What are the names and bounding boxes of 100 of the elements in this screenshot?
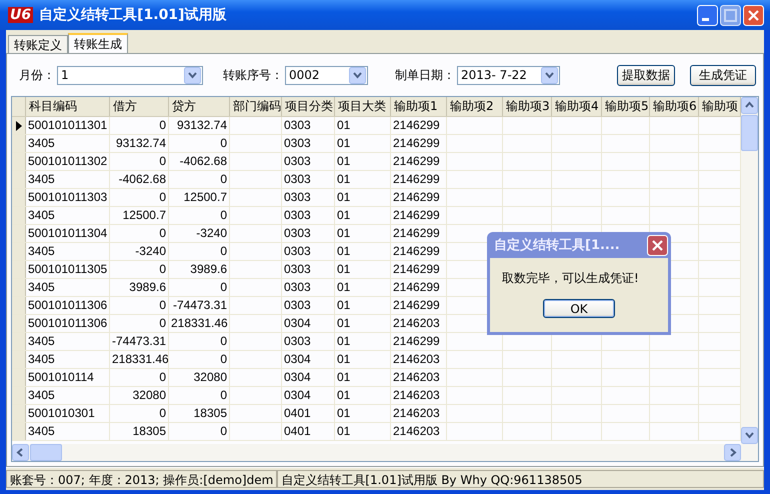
table-cell: 218331.46	[112, 352, 168, 366]
table-cell: -4062.68	[180, 154, 227, 168]
column-header[interactable]: 贷方	[169, 97, 230, 116]
table-cell: 500101011306	[28, 316, 108, 330]
table-cell: 01	[337, 190, 350, 204]
table-cell: 0	[220, 424, 227, 438]
table-cell: 0	[220, 208, 227, 222]
table-cell: 500101011305	[28, 262, 108, 276]
scroll-thumb[interactable]	[741, 115, 758, 151]
vertical-scrollbar[interactable]	[741, 97, 758, 444]
table-cell: 01	[337, 280, 350, 294]
table-cell: -3240	[196, 226, 227, 240]
dialog-title: 自定义结转工具[1....	[494, 236, 620, 254]
table-cell: 32080	[132, 388, 166, 402]
column-header[interactable]: 输助项2	[447, 97, 503, 116]
table-cell: 01	[337, 316, 350, 330]
table-cell: 0303	[284, 244, 311, 258]
table-cell: 2146299	[393, 298, 440, 312]
table-cell: 0	[159, 226, 166, 240]
table-cell: 2146203	[393, 406, 440, 420]
table-cell: 0	[159, 298, 166, 312]
table-cell: 2146203	[393, 370, 440, 384]
scroll-right-icon[interactable]	[724, 444, 741, 461]
table-cell: 01	[337, 208, 350, 222]
table-cell: 0	[159, 118, 166, 132]
table-cell: 0	[159, 316, 166, 330]
dialog-message: 取数完毕，可以生成凭证!	[502, 270, 639, 287]
table-cell: 18305	[132, 424, 166, 438]
table-cell: 3405	[28, 352, 55, 366]
row-indicator[interactable]	[12, 117, 26, 134]
maximize-icon	[720, 4, 741, 26]
table-cell: 3405	[28, 388, 55, 402]
column-header[interactable]: 部门编码	[230, 97, 282, 116]
table-cell: 0	[159, 190, 166, 204]
tab[interactable]: 转账定义	[8, 35, 68, 53]
column-header[interactable]: 项目分类	[282, 97, 335, 116]
action-button[interactable]: 提取数据	[617, 64, 675, 86]
scroll-down-icon[interactable]	[741, 427, 758, 444]
table-cell: 01	[337, 262, 350, 276]
table-cell: 01	[337, 244, 350, 258]
table-cell: 3405	[28, 280, 55, 294]
status-text: 自定义结转工具[1.01]试用版 By Why QQ:961138505	[277, 470, 764, 488]
column-header[interactable]: 输助项5	[602, 97, 650, 116]
column-header[interactable]: 科目编码	[26, 97, 110, 116]
table-cell: 5001010301	[28, 406, 95, 420]
scroll-up-icon[interactable]	[741, 97, 758, 114]
table-cell: 0303	[284, 226, 311, 240]
table-cell: 01	[337, 298, 350, 312]
table-cell: 2146299	[393, 280, 440, 294]
ok-button[interactable]: OK	[543, 299, 615, 318]
table-cell: 01	[337, 172, 350, 186]
table-cell: 2146299	[393, 226, 440, 240]
table-cell: 01	[337, 406, 350, 420]
table-cell: 0303	[284, 262, 311, 276]
table-cell: 2146203	[393, 388, 440, 402]
dropdown-field[interactable]: 2013- 7-22	[457, 66, 560, 84]
table-cell: 0304	[284, 388, 311, 402]
column-header[interactable]: 输助项3	[503, 97, 552, 116]
horizontal-scrollbar[interactable]	[12, 444, 758, 461]
table-cell: 0	[220, 334, 227, 348]
table-cell: -3240	[135, 244, 166, 258]
table-cell: 0303	[284, 190, 311, 204]
table-cell: 0303	[284, 172, 311, 186]
current-row-icon	[16, 120, 22, 130]
tab[interactable]: 转账生成	[68, 33, 128, 53]
table-cell: 500101011304	[28, 226, 108, 240]
table-cell: 0	[220, 388, 227, 402]
table-cell: 0303	[284, 118, 311, 132]
table-cell: 3405	[28, 334, 55, 348]
table-cell: 2146299	[393, 208, 440, 222]
column-header[interactable]: 输助项6	[650, 97, 699, 116]
column-header[interactable]: 输助项1	[391, 97, 447, 116]
close-icon[interactable]	[743, 4, 764, 26]
table-cell: 93132.74	[116, 136, 166, 150]
table-cell: 2146299	[393, 136, 440, 150]
table-cell: 0401	[284, 406, 311, 420]
close-icon[interactable]	[647, 234, 668, 256]
table-cell: 12500.7	[184, 190, 227, 204]
field-label: 转账序号：	[223, 66, 283, 84]
table-cell: 3989.6	[129, 280, 166, 294]
action-button[interactable]: 生成凭证	[690, 64, 756, 86]
column-header[interactable]: 借方	[110, 97, 169, 116]
table-cell: 2146299	[393, 334, 440, 348]
table-cell: -4062.68	[118, 172, 166, 186]
table-cell: 3405	[28, 172, 55, 186]
scroll-thumb[interactable]	[30, 444, 62, 461]
dropdown-field[interactable]: 1	[57, 66, 203, 84]
column-header[interactable]: 项目大类	[335, 97, 391, 116]
table-cell: 2146299	[393, 172, 440, 186]
table-cell: 3405	[28, 244, 55, 258]
scroll-left-icon[interactable]	[12, 444, 29, 461]
table-cell: 0304	[284, 316, 311, 330]
table-cell: 0304	[284, 370, 311, 384]
minimize-icon[interactable]	[697, 4, 718, 26]
table-cell: 01	[337, 370, 350, 384]
table-cell: 2146299	[393, 118, 440, 132]
column-header[interactable]: 输助项4	[552, 97, 602, 116]
table-cell: 01	[337, 154, 350, 168]
table-cell: 500101011306	[28, 298, 108, 312]
dropdown-field[interactable]: 0002	[285, 66, 368, 84]
